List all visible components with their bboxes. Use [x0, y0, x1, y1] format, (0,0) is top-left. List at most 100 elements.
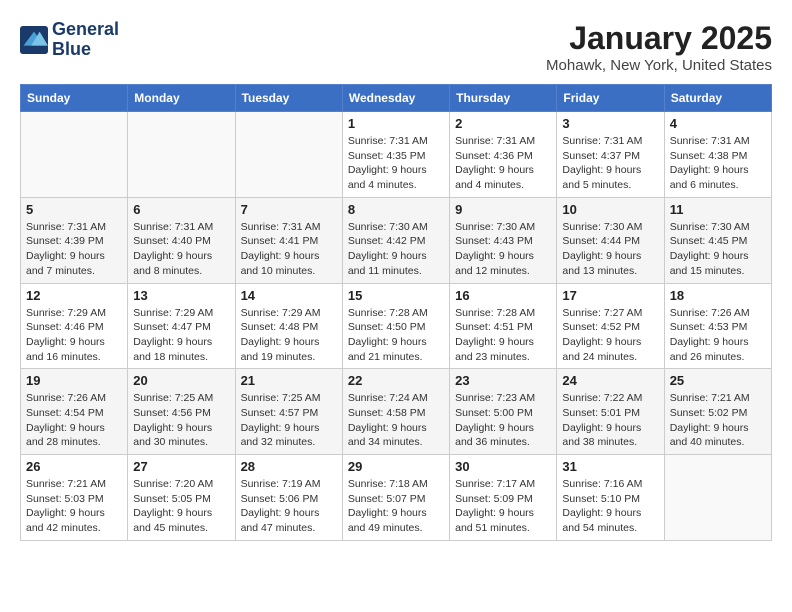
day-info: Sunrise: 7:29 AM Sunset: 4:46 PM Dayligh…: [26, 306, 122, 365]
day-info: Sunrise: 7:30 AM Sunset: 4:42 PM Dayligh…: [348, 220, 444, 279]
calendar-cell: 1 Sunrise: 7:31 AM Sunset: 4:35 PM Daylig…: [342, 112, 449, 198]
day-number: 29: [348, 459, 444, 474]
day-info: Sunrise: 7:17 AM Sunset: 5:09 PM Dayligh…: [455, 477, 551, 536]
month-year-title: January 2025: [546, 20, 772, 57]
day-number: 16: [455, 288, 551, 303]
logo-icon: [20, 26, 48, 54]
day-info: Sunrise: 7:31 AM Sunset: 4:41 PM Dayligh…: [241, 220, 337, 279]
day-number: 25: [670, 373, 766, 388]
location-subtitle: Mohawk, New York, United States: [546, 57, 772, 74]
calendar-cell: 17 Sunrise: 7:27 AM Sunset: 4:52 PM Dayli…: [557, 283, 664, 369]
weekday-header-monday: Monday: [128, 85, 235, 112]
calendar-table: SundayMondayTuesdayWednesdayThursdayFrid…: [20, 84, 772, 541]
calendar-cell: 30 Sunrise: 7:17 AM Sunset: 5:09 PM Dayli…: [450, 455, 557, 541]
day-number: 17: [562, 288, 658, 303]
calendar-cell: 14Sunrise: 7:29 AM Sunset: 4:48 PM Dayli…: [235, 283, 342, 369]
day-info: Sunrise: 7:24 AM Sunset: 4:58 PM Dayligh…: [348, 391, 444, 450]
calendar-cell: 21 Sunrise: 7:25 AM Sunset: 4:57 PM Dayli…: [235, 369, 342, 455]
calendar-cell: 18Sunrise: 7:26 AM Sunset: 4:53 PM Dayli…: [664, 283, 771, 369]
day-number: 2: [455, 116, 551, 131]
calendar-cell: 16Sunrise: 7:28 AM Sunset: 4:51 PM Dayli…: [450, 283, 557, 369]
day-info: Sunrise: 7:21 AM Sunset: 5:02 PM Dayligh…: [670, 391, 766, 450]
weekday-header-tuesday: Tuesday: [235, 85, 342, 112]
day-number: 27: [133, 459, 229, 474]
day-number: 15: [348, 288, 444, 303]
calendar-cell: [235, 112, 342, 198]
day-info: Sunrise: 7:30 AM Sunset: 4:43 PM Dayligh…: [455, 220, 551, 279]
day-number: 3: [562, 116, 658, 131]
day-number: 13: [133, 288, 229, 303]
day-number: 7: [241, 202, 337, 217]
day-info: Sunrise: 7:31 AM Sunset: 4:37 PM Dayligh…: [562, 134, 658, 193]
day-number: 10: [562, 202, 658, 217]
day-number: 1: [348, 116, 444, 131]
day-info: Sunrise: 7:29 AM Sunset: 4:47 PM Dayligh…: [133, 306, 229, 365]
calendar-header: SundayMondayTuesdayWednesdayThursdayFrid…: [21, 85, 772, 112]
calendar-cell: 7 Sunrise: 7:31 AM Sunset: 4:41 PM Daylig…: [235, 197, 342, 283]
day-info: Sunrise: 7:28 AM Sunset: 4:50 PM Dayligh…: [348, 306, 444, 365]
title-block: January 2025 Mohawk, New York, United St…: [546, 20, 772, 74]
weekday-header-wednesday: Wednesday: [342, 85, 449, 112]
day-number: 30: [455, 459, 551, 474]
calendar-cell: 3 Sunrise: 7:31 AM Sunset: 4:37 PM Daylig…: [557, 112, 664, 198]
weekday-header-friday: Friday: [557, 85, 664, 112]
calendar-cell: [21, 112, 128, 198]
calendar-cell: 24 Sunrise: 7:22 AM Sunset: 5:01 PM Dayli…: [557, 369, 664, 455]
day-info: Sunrise: 7:23 AM Sunset: 5:00 PM Dayligh…: [455, 391, 551, 450]
day-number: 24: [562, 373, 658, 388]
day-info: Sunrise: 7:29 AM Sunset: 4:48 PM Dayligh…: [241, 306, 337, 365]
calendar-cell: [128, 112, 235, 198]
calendar-cell: 25 Sunrise: 7:21 AM Sunset: 5:02 PM Dayli…: [664, 369, 771, 455]
weekday-header-sunday: Sunday: [21, 85, 128, 112]
day-number: 26: [26, 459, 122, 474]
calendar-cell: 19Sunrise: 7:26 AM Sunset: 4:54 PM Dayli…: [21, 369, 128, 455]
calendar-cell: 6 Sunrise: 7:31 AM Sunset: 4:40 PM Daylig…: [128, 197, 235, 283]
weekday-header-thursday: Thursday: [450, 85, 557, 112]
day-info: Sunrise: 7:31 AM Sunset: 4:35 PM Dayligh…: [348, 134, 444, 193]
day-number: 22: [348, 373, 444, 388]
day-number: 21: [241, 373, 337, 388]
day-info: Sunrise: 7:27 AM Sunset: 4:52 PM Dayligh…: [562, 306, 658, 365]
day-number: 20: [133, 373, 229, 388]
calendar-cell: 23 Sunrise: 7:23 AM Sunset: 5:00 PM Dayli…: [450, 369, 557, 455]
calendar-cell: 20 Sunrise: 7:25 AM Sunset: 4:56 PM Dayli…: [128, 369, 235, 455]
calendar-cell: 8 Sunrise: 7:30 AM Sunset: 4:42 PM Daylig…: [342, 197, 449, 283]
calendar-cell: 12Sunrise: 7:29 AM Sunset: 4:46 PM Dayli…: [21, 283, 128, 369]
logo-text: General Blue: [52, 20, 119, 60]
day-number: 28: [241, 459, 337, 474]
day-info: Sunrise: 7:20 AM Sunset: 5:05 PM Dayligh…: [133, 477, 229, 536]
calendar-cell: 28Sunrise: 7:19 AM Sunset: 5:06 PM Dayli…: [235, 455, 342, 541]
day-number: 23: [455, 373, 551, 388]
calendar-cell: 26 Sunrise: 7:21 AM Sunset: 5:03 PM Dayli…: [21, 455, 128, 541]
day-info: Sunrise: 7:16 AM Sunset: 5:10 PM Dayligh…: [562, 477, 658, 536]
day-info: Sunrise: 7:18 AM Sunset: 5:07 PM Dayligh…: [348, 477, 444, 536]
day-info: Sunrise: 7:30 AM Sunset: 4:45 PM Dayligh…: [670, 220, 766, 279]
day-number: 9: [455, 202, 551, 217]
day-info: Sunrise: 7:25 AM Sunset: 4:57 PM Dayligh…: [241, 391, 337, 450]
calendar-week-1: 1 Sunrise: 7:31 AM Sunset: 4:35 PM Daylig…: [21, 112, 772, 198]
day-info: Sunrise: 7:31 AM Sunset: 4:36 PM Dayligh…: [455, 134, 551, 193]
calendar-cell: 9 Sunrise: 7:30 AM Sunset: 4:43 PM Daylig…: [450, 197, 557, 283]
day-number: 8: [348, 202, 444, 217]
day-number: 6: [133, 202, 229, 217]
day-info: Sunrise: 7:21 AM Sunset: 5:03 PM Dayligh…: [26, 477, 122, 536]
calendar-cell: 4Sunrise: 7:31 AM Sunset: 4:38 PM Daylig…: [664, 112, 771, 198]
calendar-cell: 2 Sunrise: 7:31 AM Sunset: 4:36 PM Daylig…: [450, 112, 557, 198]
day-info: Sunrise: 7:22 AM Sunset: 5:01 PM Dayligh…: [562, 391, 658, 450]
calendar-cell: 27 Sunrise: 7:20 AM Sunset: 5:05 PM Dayli…: [128, 455, 235, 541]
day-info: Sunrise: 7:30 AM Sunset: 4:44 PM Dayligh…: [562, 220, 658, 279]
day-info: Sunrise: 7:31 AM Sunset: 4:39 PM Dayligh…: [26, 220, 122, 279]
calendar-cell: 29 Sunrise: 7:18 AM Sunset: 5:07 PM Dayli…: [342, 455, 449, 541]
calendar-cell: [664, 455, 771, 541]
calendar-week-5: 26 Sunrise: 7:21 AM Sunset: 5:03 PM Dayli…: [21, 455, 772, 541]
day-info: Sunrise: 7:25 AM Sunset: 4:56 PM Dayligh…: [133, 391, 229, 450]
day-number: 18: [670, 288, 766, 303]
day-info: Sunrise: 7:31 AM Sunset: 4:40 PM Dayligh…: [133, 220, 229, 279]
calendar-cell: 5Sunrise: 7:31 AM Sunset: 4:39 PM Daylig…: [21, 197, 128, 283]
calendar-week-3: 12Sunrise: 7:29 AM Sunset: 4:46 PM Dayli…: [21, 283, 772, 369]
logo: General Blue: [20, 20, 119, 60]
calendar-cell: 31 Sunrise: 7:16 AM Sunset: 5:10 PM Dayli…: [557, 455, 664, 541]
calendar-cell: 10 Sunrise: 7:30 AM Sunset: 4:44 PM Dayli…: [557, 197, 664, 283]
day-info: Sunrise: 7:26 AM Sunset: 4:54 PM Dayligh…: [26, 391, 122, 450]
day-number: 31: [562, 459, 658, 474]
